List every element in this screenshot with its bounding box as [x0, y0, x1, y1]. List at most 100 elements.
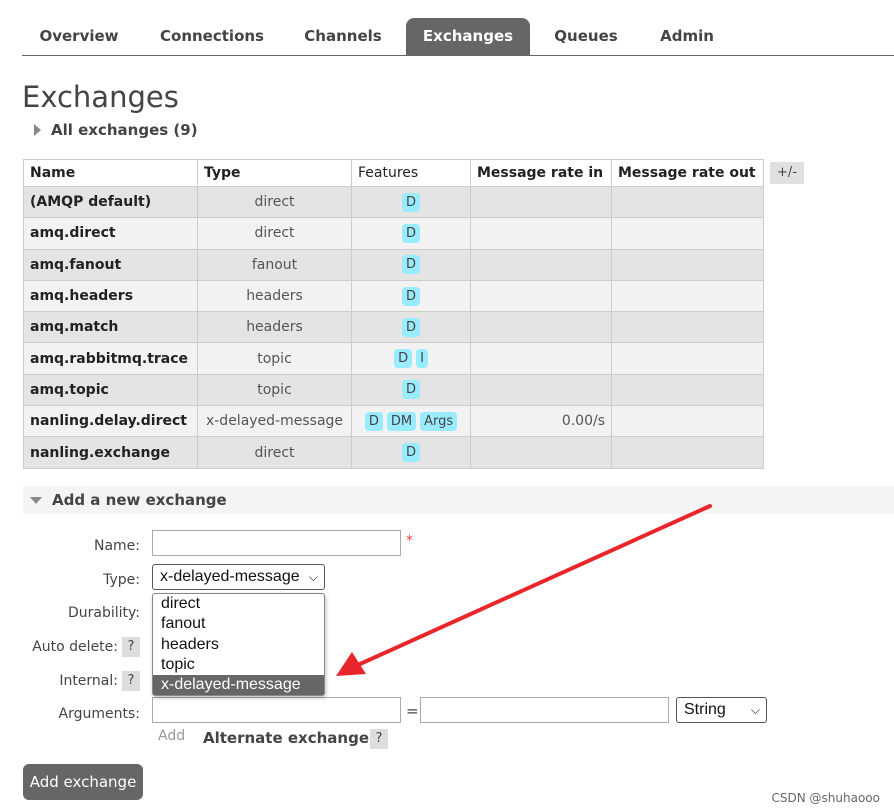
name-input[interactable]: [152, 530, 401, 556]
argument-key-input[interactable]: [152, 697, 401, 723]
tab-channels[interactable]: Channels: [288, 18, 398, 55]
message-rate-in: [470, 311, 612, 344]
internal-label: Internal:: [59, 673, 118, 689]
exchange-features: D: [351, 373, 471, 407]
feature-badge: D: [401, 223, 420, 243]
exchange-features: D: [351, 311, 471, 344]
table-row: nanling.delay.direct x-delayed-message D DM…: [23, 405, 764, 438]
message-rate-in: [470, 217, 612, 250]
exchange-name-link[interactable]: nanling.delay.direct: [23, 405, 198, 438]
add-argument-link[interactable]: Add: [158, 728, 185, 744]
exchange-name-link[interactable]: nanling.exchange: [23, 436, 198, 469]
add-exchange-toggle[interactable]: Add a new exchange: [23, 486, 894, 514]
chevron-down-icon: ⌵: [750, 703, 760, 717]
message-rate-out: [611, 311, 764, 344]
exchange-type: headers: [197, 311, 352, 344]
table-row: amq.direct direct D: [23, 217, 764, 250]
message-rate-out: [611, 373, 764, 407]
table-row: (AMQP default) direct D: [23, 185, 764, 219]
nav-tabs: Overview Connections Channels Exchanges …: [22, 18, 894, 56]
exchange-type: direct: [197, 436, 352, 469]
exchange-name-link[interactable]: amq.headers: [23, 279, 198, 313]
message-rate-in: [470, 373, 612, 407]
durability-label: Durability:: [67, 605, 140, 621]
exchange-type: direct: [197, 185, 352, 219]
expand-arrow-icon: [34, 124, 41, 136]
col-header-rate-out: Message rate out: [611, 159, 764, 187]
tab-overview[interactable]: Overview: [22, 18, 136, 55]
tab-queues[interactable]: Queues: [542, 18, 630, 55]
feature-badge: DM: [386, 411, 417, 431]
feature-badge: I: [416, 349, 428, 369]
exchange-type: fanout: [197, 248, 352, 281]
tab-admin[interactable]: Admin: [642, 18, 732, 55]
exchange-name-link[interactable]: amq.direct: [23, 217, 198, 250]
exchange-name-link[interactable]: amq.match: [23, 311, 198, 344]
all-exchanges-label: All exchanges (9): [51, 121, 198, 139]
type-option[interactable]: x-delayed-message: [153, 675, 324, 695]
table-row: nanling.exchange direct D: [23, 436, 764, 469]
type-option[interactable]: direct: [153, 594, 324, 614]
alternate-exchange-help-icon[interactable]: ?: [370, 729, 388, 749]
argument-type-select[interactable]: String ⌵: [676, 697, 767, 723]
chevron-down-icon: ⌵: [308, 570, 318, 584]
add-exchange-title: Add a new exchange: [52, 491, 227, 509]
type-option[interactable]: topic: [153, 655, 324, 675]
exchanges-table: Name Type Features Message rate in Messa…: [23, 159, 764, 469]
message-rate-out: [611, 279, 764, 313]
col-header-rate-in: Message rate in: [470, 159, 612, 187]
message-rate-in: [470, 342, 612, 375]
exchange-type: topic: [197, 373, 352, 407]
add-exchange-button[interactable]: Add exchange: [23, 764, 143, 800]
required-mark: *: [406, 533, 413, 549]
table-row: amq.fanout fanout D: [23, 248, 764, 281]
col-header-features: Features: [351, 159, 471, 187]
alternate-exchange-label: Alternate exchange: [203, 729, 369, 747]
type-dropdown-list: direct fanout headers topic x-delayed-messag…: [152, 593, 325, 696]
type-option[interactable]: fanout: [153, 614, 324, 634]
message-rate-out: [611, 217, 764, 250]
exchange-features: D: [351, 217, 471, 250]
arrow-shaft: [358, 504, 712, 666]
tab-connections[interactable]: Connections: [146, 18, 278, 55]
exchange-features: D: [351, 279, 471, 313]
argument-type-value: String: [684, 701, 726, 718]
message-rate-out: [611, 405, 764, 438]
exchange-name-link[interactable]: amq.fanout: [23, 248, 198, 281]
feature-badge: D: [364, 411, 383, 431]
feature-badge: D: [401, 317, 420, 337]
auto-delete-help-icon[interactable]: ?: [122, 637, 140, 657]
exchange-type: headers: [197, 279, 352, 313]
table-row: amq.headers headers D: [23, 279, 764, 313]
column-toggle-button[interactable]: +/-: [770, 162, 804, 184]
all-exchanges-toggle[interactable]: All exchanges (9): [34, 121, 198, 139]
exchange-type: topic: [197, 342, 352, 375]
feature-badge: D: [401, 380, 420, 400]
argument-value-input[interactable]: [420, 697, 669, 723]
exchange-features: D DM Args: [351, 405, 471, 438]
exchange-features: D: [351, 248, 471, 281]
feature-badge: D: [401, 286, 420, 306]
type-select-value: x-delayed-message: [160, 568, 300, 585]
col-header-type[interactable]: Type: [197, 159, 352, 187]
exchange-name-link[interactable]: (AMQP default): [23, 185, 198, 219]
exchange-features: D: [351, 185, 471, 219]
collapse-arrow-icon: [30, 497, 42, 504]
col-header-name[interactable]: Name: [23, 159, 198, 187]
feature-badge: D: [401, 443, 420, 463]
feature-badge: D: [401, 192, 420, 212]
exchange-name-link[interactable]: amq.rabbitmq.trace: [23, 342, 198, 375]
type-option[interactable]: headers: [153, 635, 324, 655]
tab-exchanges[interactable]: Exchanges: [406, 18, 530, 55]
table-row: amq.rabbitmq.trace topic D I: [23, 342, 764, 375]
message-rate-in: [470, 436, 612, 469]
internal-help-icon[interactable]: ?: [122, 671, 140, 691]
table-row: amq.match headers D: [23, 311, 764, 344]
message-rate-in: [470, 248, 612, 281]
exchange-type: direct: [197, 217, 352, 250]
exchange-name-link[interactable]: amq.topic: [23, 373, 198, 407]
message-rate-in: [470, 185, 612, 219]
type-select[interactable]: x-delayed-message ⌵: [152, 564, 325, 590]
message-rate-out: [611, 342, 764, 375]
exchange-type: x-delayed-message: [197, 405, 352, 438]
